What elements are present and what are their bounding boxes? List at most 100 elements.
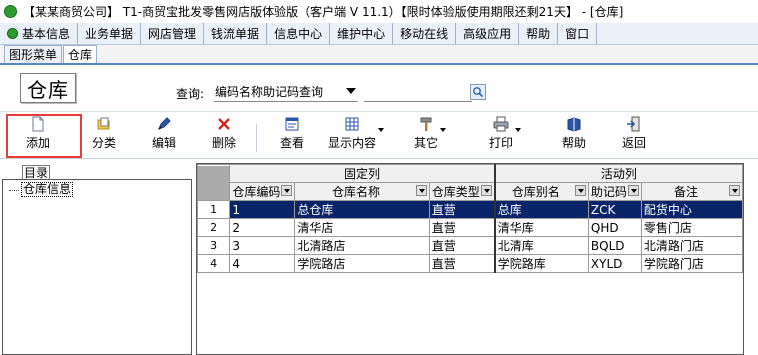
- cell-type[interactable]: 直营: [428, 218, 496, 237]
- print-button[interactable]: 打印: [489, 116, 522, 156]
- chevron-down-icon[interactable]: [515, 128, 522, 132]
- delete-button[interactable]: 删除: [212, 116, 236, 156]
- filter-icon[interactable]: [415, 185, 427, 196]
- col-header-alias[interactable]: 仓库别名: [494, 182, 589, 201]
- cell-alias[interactable]: 学院路库: [494, 254, 589, 273]
- menu-maintenance[interactable]: 维护中心: [330, 23, 394, 44]
- cell-alias[interactable]: 北清库: [494, 236, 589, 255]
- filter-icon[interactable]: [281, 185, 293, 196]
- table-row[interactable]: 3 3 北清路店 直营 北清库 BQLD 北清路门店: [196, 236, 744, 255]
- cell-mnemonic[interactable]: XYLD: [587, 254, 642, 273]
- tab-warehouse[interactable]: 仓库: [63, 45, 98, 63]
- menu-mobile-online[interactable]: 移动在线: [393, 23, 457, 44]
- directory-tree: 目录 仓库信息: [2, 165, 192, 355]
- cell-type[interactable]: 直营: [428, 200, 496, 219]
- grid-corner: [196, 164, 231, 201]
- menu-business-docs[interactable]: 业务单据: [78, 23, 142, 44]
- cell-name[interactable]: 清华店: [294, 218, 430, 237]
- view-button[interactable]: 查看: [280, 116, 304, 156]
- toolbar-divider: [256, 124, 257, 152]
- menu-advanced[interactable]: 高级应用: [456, 23, 520, 44]
- cell-code[interactable]: 1: [229, 200, 296, 219]
- edit-button[interactable]: 编辑: [152, 116, 176, 156]
- other-button[interactable]: 其它: [414, 116, 447, 156]
- cell-name[interactable]: 总仓库: [294, 200, 430, 219]
- cell-mnemonic[interactable]: ZCK: [587, 200, 642, 219]
- cell-note[interactable]: 北清路门店: [640, 236, 744, 255]
- cell-note[interactable]: 配货中心: [640, 200, 744, 219]
- cell-type[interactable]: 直营: [428, 254, 496, 273]
- query-row: 仓库 查询: 编码名称助记码查询: [0, 67, 758, 111]
- cell-note[interactable]: 学院路门店: [640, 254, 744, 273]
- col-header-type[interactable]: 仓库类型: [428, 182, 496, 201]
- search-button[interactable]: [470, 84, 486, 100]
- folder-icon: [96, 116, 112, 132]
- chevron-down-icon[interactable]: [440, 128, 447, 132]
- tree-node-warehouse-info[interactable]: 仓库信息: [9, 182, 74, 197]
- menu-shop-manage[interactable]: 网店管理: [141, 23, 205, 44]
- menu-label: 高级应用: [463, 27, 512, 41]
- menu-label: 网店管理: [148, 27, 197, 41]
- back-label: 返回: [622, 136, 647, 150]
- filter-icon[interactable]: [574, 185, 586, 196]
- row-number: 1: [196, 200, 231, 219]
- page-title: 仓库: [20, 73, 76, 103]
- chevron-down-icon[interactable]: [378, 128, 385, 132]
- menu-basic-info[interactable]: 基本信息: [0, 23, 79, 44]
- menu-label: 窗口: [565, 27, 590, 41]
- cell-name[interactable]: 北清路店: [294, 236, 430, 255]
- help-button[interactable]: 帮助: [562, 116, 586, 156]
- menu-help[interactable]: 帮助: [519, 23, 559, 44]
- menu-label: 帮助: [526, 27, 551, 41]
- table-row[interactable]: 4 4 学院路店 直营 学院路库 XYLD 学院路门店: [196, 254, 744, 273]
- col-header-code[interactable]: 仓库编码: [229, 182, 296, 201]
- col-header-label: 仓库别名: [511, 185, 560, 199]
- col-header-name[interactable]: 仓库名称: [294, 182, 430, 201]
- row-number: 2: [196, 218, 231, 237]
- menu-label: 基本信息: [22, 27, 71, 41]
- menu-window[interactable]: 窗口: [558, 23, 598, 44]
- cell-name[interactable]: 学院路店: [294, 254, 430, 273]
- query-label: 查询:: [176, 87, 205, 101]
- warehouse-grid: 固定列 活动列 仓库编码 仓库名称 仓库类型 仓库别名 助记码 备注 1 1 总…: [196, 163, 744, 355]
- hammer-icon: [418, 116, 434, 132]
- tab-label: 仓库: [68, 48, 93, 62]
- col-header-mnemonic[interactable]: 助记码: [587, 182, 642, 201]
- row-number: 3: [196, 236, 231, 255]
- tree-connector: [9, 190, 19, 191]
- cell-mnemonic[interactable]: BQLD: [587, 236, 642, 255]
- chevron-down-icon: [346, 88, 356, 94]
- cell-type[interactable]: 直营: [428, 236, 496, 255]
- col-header-label: 备注: [673, 185, 698, 199]
- tree-panel: 仓库信息: [2, 179, 192, 355]
- filter-icon[interactable]: [480, 185, 492, 196]
- category-button[interactable]: 分类: [92, 116, 116, 156]
- menu-cash-docs[interactable]: 钱流单据: [204, 23, 268, 44]
- menu-bar: 基本信息 业务单据 网店管理 钱流单据 信息中心 维护中心 移动在线 高级应用 …: [0, 23, 758, 45]
- table-row[interactable]: 1 1 总仓库 直营 总库 ZCK 配货中心: [196, 200, 744, 219]
- tree-tab[interactable]: 目录: [22, 165, 50, 180]
- document-view-icon: [284, 116, 300, 132]
- cell-alias[interactable]: 总库: [494, 200, 589, 219]
- table-row[interactable]: 2 2 清华店 直营 清华库 QHD 零售门店: [196, 218, 744, 237]
- delete-x-icon: [216, 116, 232, 132]
- cell-code[interactable]: 2: [229, 218, 296, 237]
- cell-alias[interactable]: 清华库: [494, 218, 589, 237]
- col-header-note[interactable]: 备注: [640, 182, 744, 201]
- cell-mnemonic[interactable]: QHD: [587, 218, 642, 237]
- category-label: 分类: [92, 136, 117, 150]
- col-header-label: 仓库编码: [232, 185, 281, 199]
- display-content-button[interactable]: 显示内容: [328, 116, 385, 156]
- search-input[interactable]: [364, 82, 472, 102]
- edit-label: 编辑: [152, 136, 177, 150]
- tab-graphic-menu[interactable]: 图形菜单: [4, 45, 63, 63]
- query-mode-select[interactable]: 编码名称助记码查询: [214, 82, 358, 102]
- back-button[interactable]: 返回: [622, 116, 646, 156]
- exit-door-icon: [626, 116, 642, 132]
- cell-code[interactable]: 4: [229, 254, 296, 273]
- cell-note[interactable]: 零售门店: [640, 218, 744, 237]
- cell-code[interactable]: 3: [229, 236, 296, 255]
- menu-info-center[interactable]: 信息中心: [267, 23, 331, 44]
- filter-icon[interactable]: [729, 185, 740, 196]
- filter-icon[interactable]: [627, 185, 639, 196]
